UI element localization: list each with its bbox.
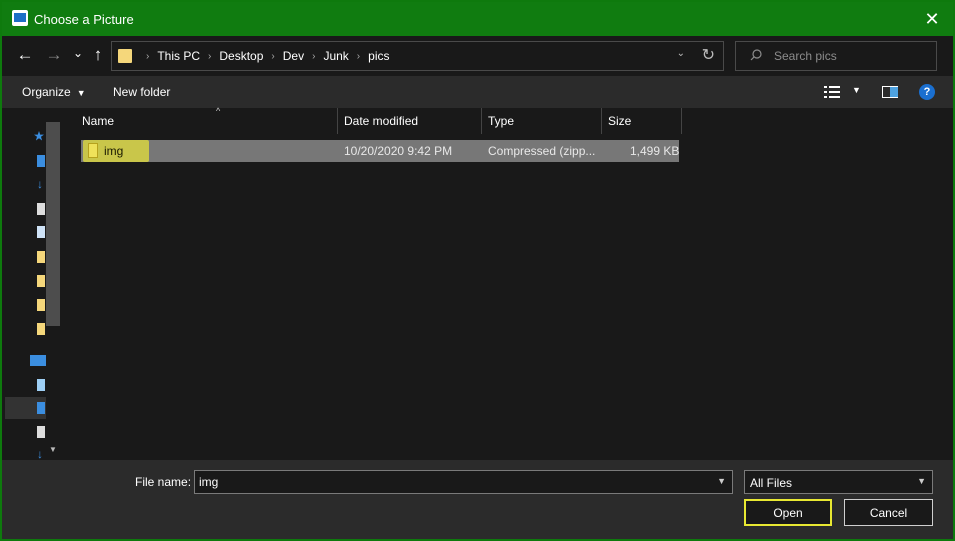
refresh-button[interactable]: ↻: [702, 45, 715, 65]
title-bar: Choose a Picture ✕: [2, 2, 953, 36]
scroll-down-arrow-icon[interactable]: ▼: [49, 445, 57, 454]
file-row[interactable]: img 10/20/2020 9:42 PM Compressed (zipp.…: [81, 140, 679, 162]
folder-icon: [118, 49, 132, 63]
drive-icon[interactable]: [37, 379, 45, 391]
organize-label: Organize: [22, 85, 71, 99]
back-button[interactable]: ←: [15, 45, 35, 65]
file-dialog-window: Choose a Picture ✕ ← → ⌄ ↑ › This PC › D…: [0, 0, 955, 541]
view-dropdown-button[interactable]: ▼: [852, 85, 861, 95]
window-title: Choose a Picture: [34, 12, 134, 27]
documents-icon[interactable]: [37, 426, 45, 438]
chevron-right-icon[interactable]: ›: [357, 51, 360, 62]
breadcrumb-item-junk[interactable]: Junk: [323, 49, 348, 63]
chevron-right-icon[interactable]: ›: [208, 51, 211, 62]
column-header-label: Name: [82, 114, 115, 128]
organize-button[interactable]: Organize ▼: [22, 85, 86, 99]
up-button[interactable]: ↑: [88, 45, 108, 65]
file-name-label: File name:: [135, 475, 192, 489]
file-name-input[interactable]: [199, 471, 699, 493]
chevron-right-icon[interactable]: ›: [312, 51, 315, 62]
column-header-label: Type: [488, 114, 515, 128]
folder-icon[interactable]: [37, 251, 45, 263]
chevron-down-icon[interactable]: ▼: [917, 476, 926, 486]
documents-icon[interactable]: [37, 203, 45, 215]
zip-folder-icon: [88, 143, 98, 158]
recent-locations-button[interactable]: ⌄: [68, 43, 88, 63]
quick-access-star-icon[interactable]: [34, 130, 44, 142]
column-header-date[interactable]: Date modified: [338, 108, 482, 134]
breadcrumb-item-desktop[interactable]: Desktop: [219, 49, 263, 63]
search-box[interactable]: [735, 41, 937, 71]
folder-icon[interactable]: [37, 299, 45, 311]
navigation-bar: ← → ⌄ ↑ › This PC › Desktop › Dev › Junk…: [2, 36, 953, 76]
sort-ascending-icon: ^: [216, 106, 221, 116]
preview-pane-icon[interactable]: [882, 86, 898, 98]
navigation-pane: ↓ ↓ ▼: [2, 108, 64, 460]
breadcrumb: › This PC › Desktop › Dev › Junk › pics: [138, 49, 389, 63]
folder-icon[interactable]: [37, 275, 45, 287]
desktop-icon[interactable]: [37, 155, 45, 167]
chevron-right-icon: ›: [146, 50, 150, 62]
file-type-value: All Files: [750, 476, 793, 490]
folder-icon[interactable]: [37, 323, 45, 335]
view-options-icon[interactable]: [824, 85, 840, 99]
pictures-icon[interactable]: [37, 226, 45, 238]
open-button[interactable]: Open: [744, 499, 832, 526]
address-history-dropdown[interactable]: ⌄: [677, 48, 685, 59]
help-icon[interactable]: ?: [919, 84, 935, 100]
dialog-footer: File name: ▼ All Files ▼ Open Cancel: [2, 460, 953, 539]
column-header-label: Size: [608, 114, 632, 128]
chevron-down-icon[interactable]: ▼: [717, 476, 726, 486]
new-folder-button[interactable]: New folder: [113, 85, 170, 99]
chevron-right-icon[interactable]: ›: [271, 51, 274, 62]
picture-app-icon: [12, 10, 28, 26]
file-list: ^ Name Date modified Type Size img 10/20…: [64, 106, 951, 460]
command-toolbar: Organize ▼ New folder ▼ ?: [2, 76, 953, 108]
file-name: img: [104, 144, 124, 158]
column-header-size[interactable]: Size: [602, 108, 682, 134]
breadcrumb-item-dev[interactable]: Dev: [283, 49, 304, 63]
cancel-button[interactable]: Cancel: [844, 499, 933, 526]
file-type-select[interactable]: All Files ▼: [744, 470, 933, 494]
forward-button[interactable]: →: [44, 45, 64, 65]
address-bar[interactable]: › This PC › Desktop › Dev › Junk › pics …: [111, 41, 724, 71]
chevron-down-icon: ▼: [76, 88, 86, 98]
file-date: 10/20/2020 9:42 PM: [344, 144, 453, 158]
search-icon: [750, 49, 762, 61]
desktop-icon[interactable]: [37, 402, 45, 414]
close-button[interactable]: ✕: [921, 8, 943, 30]
column-header-label: Date modified: [344, 114, 419, 128]
search-input[interactable]: [774, 42, 932, 70]
breadcrumb-item-pics[interactable]: pics: [368, 49, 389, 63]
scrollbar-thumb[interactable]: [46, 122, 60, 326]
file-size: 1,499 KB: [630, 144, 680, 158]
file-type: Compressed (zipp...: [488, 144, 596, 158]
column-header-name[interactable]: ^ Name: [76, 106, 338, 134]
column-header-type[interactable]: Type: [482, 108, 602, 134]
sidebar-scrollbar[interactable]: ▼: [46, 120, 60, 460]
this-pc-icon[interactable]: [30, 355, 46, 366]
breadcrumb-item-this-pc[interactable]: This PC: [157, 49, 200, 63]
file-name-combobox[interactable]: ▼: [194, 470, 733, 494]
